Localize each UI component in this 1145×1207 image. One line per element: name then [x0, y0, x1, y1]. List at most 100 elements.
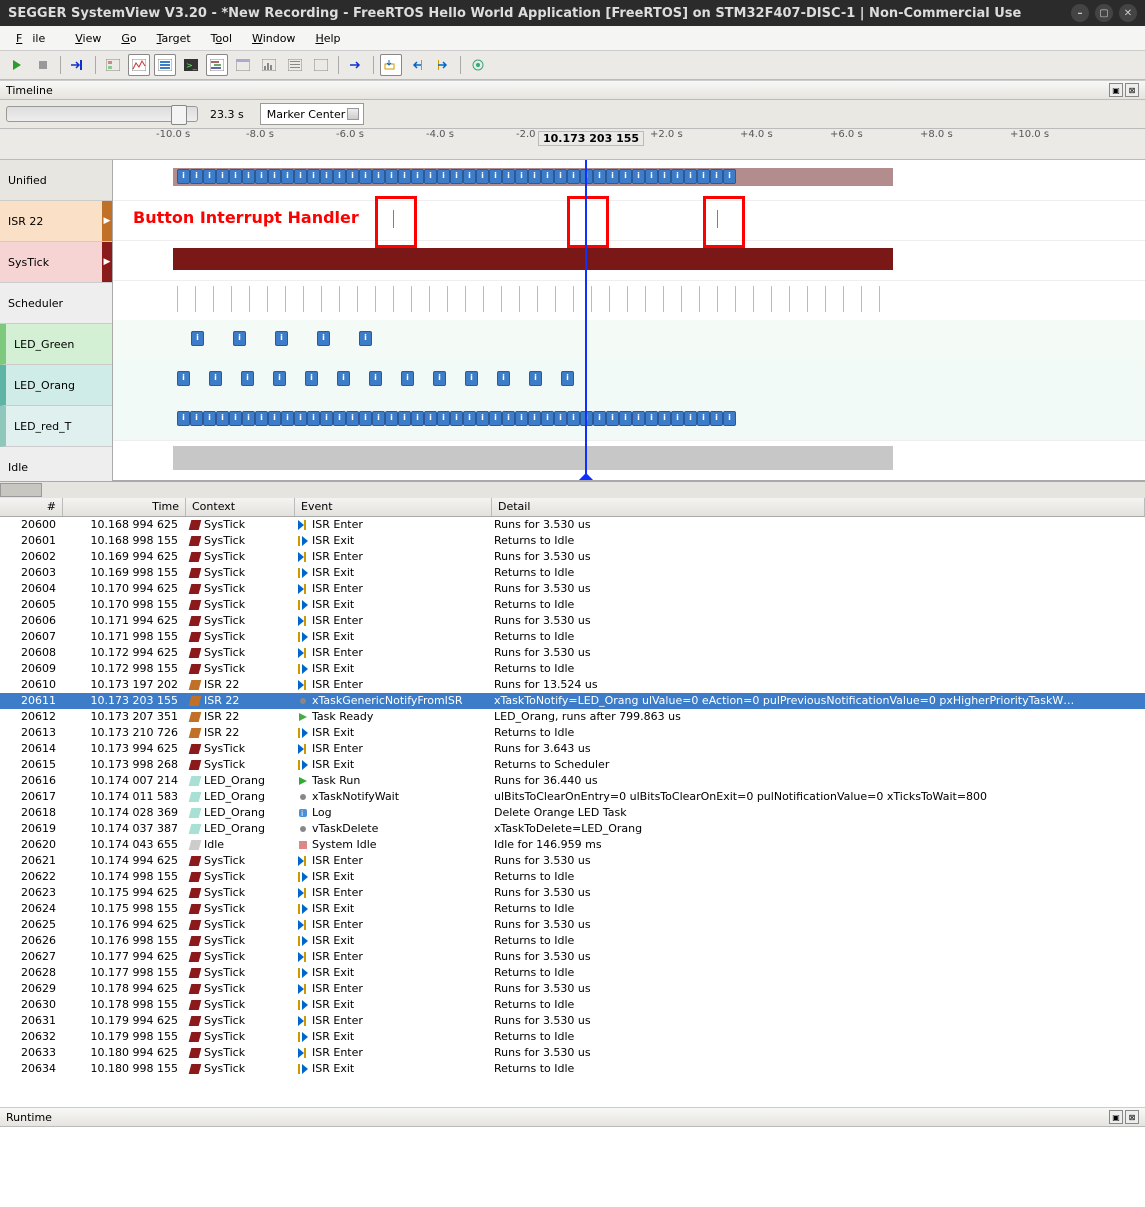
event-marker[interactable] — [372, 411, 385, 426]
minimize-button[interactable]: – — [1071, 4, 1089, 22]
view-systeminfo-button[interactable] — [284, 54, 306, 76]
view-contexts-button[interactable] — [102, 54, 124, 76]
table-row[interactable]: 2061710.174 011 583LED_OrangxTaskNotifyW… — [0, 789, 1145, 805]
event-marker[interactable] — [528, 169, 541, 184]
event-marker[interactable] — [320, 411, 333, 426]
event-marker[interactable] — [229, 411, 242, 426]
event-marker[interactable] — [671, 169, 684, 184]
event-marker[interactable] — [241, 371, 254, 386]
table-row[interactable]: 2062010.174 043 655IdleSystem IdleIdle f… — [0, 837, 1145, 853]
event-marker[interactable] — [723, 411, 736, 426]
timeline-ruler[interactable]: -10.0 s -8.0 s -6.0 s -4.0 s -2.0 s 10.1… — [0, 129, 1145, 160]
timeline-hscrollbar[interactable] — [0, 481, 1145, 498]
event-marker[interactable] — [463, 169, 476, 184]
table-row[interactable]: 2062910.178 994 625SysTickISR EnterRuns … — [0, 981, 1145, 997]
timeline-lanes[interactable]: Button Interrupt Handler — [113, 160, 1145, 480]
col-context[interactable]: Context — [186, 498, 295, 516]
table-row[interactable]: 2062110.174 994 625SysTickISR EnterRuns … — [0, 853, 1145, 869]
forward-button[interactable] — [345, 54, 367, 76]
table-row[interactable]: 2060910.172 998 155SysTickISR ExitReturn… — [0, 661, 1145, 677]
zoom-slider[interactable] — [6, 106, 198, 122]
event-marker[interactable] — [411, 411, 424, 426]
table-row[interactable]: 2061410.173 994 625SysTickISR EnterRuns … — [0, 741, 1145, 757]
event-marker[interactable] — [684, 169, 697, 184]
event-marker[interactable] — [203, 169, 216, 184]
event-marker[interactable] — [242, 411, 255, 426]
event-marker[interactable] — [281, 411, 294, 426]
event-marker[interactable] — [216, 411, 229, 426]
event-marker[interactable] — [372, 169, 385, 184]
event-marker[interactable] — [515, 169, 528, 184]
event-marker[interactable] — [190, 169, 203, 184]
table-row[interactable]: 2062310.175 994 625SysTickISR EnterRuns … — [0, 885, 1145, 901]
table-row[interactable]: 2063310.180 994 625SysTickISR EnterRuns … — [0, 1045, 1145, 1061]
event-marker[interactable] — [489, 411, 502, 426]
event-marker[interactable] — [476, 411, 489, 426]
stop-recording-button[interactable] — [32, 54, 54, 76]
table-row[interactable]: 2060210.169 994 625SysTickISR EnterRuns … — [0, 549, 1145, 565]
view-runtime-button[interactable] — [258, 54, 280, 76]
table-row[interactable]: 2063210.179 998 155SysTickISR ExitReturn… — [0, 1029, 1145, 1045]
event-marker[interactable] — [697, 169, 710, 184]
table-row[interactable]: 2060010.168 994 625SysTickISR EnterRuns … — [0, 517, 1145, 533]
table-row[interactable]: 2060610.171 994 625SysTickISR EnterRuns … — [0, 613, 1145, 629]
event-marker[interactable] — [268, 169, 281, 184]
table-row[interactable]: 2063410.180 998 155SysTickISR ExitReturn… — [0, 1061, 1145, 1077]
menu-window[interactable]: Window — [242, 29, 305, 48]
timeline-undock-button[interactable]: ▣ — [1109, 83, 1123, 97]
event-marker[interactable] — [233, 331, 246, 346]
table-row[interactable]: 2062710.177 994 625SysTickISR EnterRuns … — [0, 949, 1145, 965]
event-marker[interactable] — [385, 169, 398, 184]
event-marker[interactable] — [684, 411, 697, 426]
event-marker[interactable] — [333, 169, 346, 184]
table-row[interactable]: 2061910.174 037 387LED_OrangvTaskDeletex… — [0, 821, 1145, 837]
event-marker[interactable] — [305, 371, 318, 386]
event-marker[interactable] — [424, 169, 437, 184]
event-marker[interactable] — [723, 169, 736, 184]
event-marker[interactable] — [710, 411, 723, 426]
track-label-unified[interactable]: Unified — [0, 160, 112, 201]
menu-file[interactable]: File — [6, 29, 65, 48]
table-row[interactable]: 2062510.176 994 625SysTickISR EnterRuns … — [0, 917, 1145, 933]
event-marker[interactable] — [567, 411, 580, 426]
event-marker[interactable] — [541, 411, 554, 426]
event-marker[interactable] — [671, 411, 684, 426]
event-marker[interactable] — [337, 371, 350, 386]
table-row[interactable]: 2062410.175 998 155SysTickISR ExitReturn… — [0, 901, 1145, 917]
timeline-tracks[interactable]: Unified ISR 22▶ SysTick▶ Scheduler LED_G… — [0, 160, 1145, 481]
event-marker[interactable] — [632, 411, 645, 426]
event-marker[interactable] — [229, 169, 242, 184]
col-number[interactable]: # — [0, 498, 63, 516]
event-marker[interactable] — [203, 411, 216, 426]
event-marker[interactable] — [281, 169, 294, 184]
event-marker[interactable] — [593, 411, 606, 426]
track-label-systick[interactable]: SysTick▶ — [0, 242, 112, 283]
event-marker[interactable] — [191, 331, 204, 346]
track-label-led-green[interactable]: LED_Green — [0, 324, 112, 365]
event-marker[interactable] — [497, 371, 510, 386]
event-marker[interactable] — [433, 371, 446, 386]
event-marker[interactable] — [593, 169, 606, 184]
event-marker[interactable] — [294, 169, 307, 184]
track-label-isr22[interactable]: ISR 22▶ — [0, 201, 112, 242]
event-marker[interactable] — [273, 371, 286, 386]
event-marker[interactable] — [476, 169, 489, 184]
menu-view[interactable]: View — [65, 29, 111, 48]
table-row[interactable]: 2062210.174 998 155SysTickISR ExitReturn… — [0, 869, 1145, 885]
marker-mode-select[interactable]: Marker Center — [260, 103, 365, 125]
event-marker[interactable] — [424, 411, 437, 426]
track-label-scheduler[interactable]: Scheduler — [0, 283, 112, 324]
event-marker[interactable] — [346, 169, 359, 184]
event-marker[interactable] — [567, 169, 580, 184]
event-marker[interactable] — [619, 411, 632, 426]
event-marker[interactable] — [359, 411, 372, 426]
table-row[interactable]: 2060410.170 994 625SysTickISR EnterRuns … — [0, 581, 1145, 597]
maximize-button[interactable]: ▢ — [1095, 4, 1113, 22]
go-to-cursor-button[interactable] — [67, 54, 89, 76]
runtime-undock-button[interactable]: ▣ — [1109, 1110, 1123, 1124]
event-marker[interactable] — [658, 411, 671, 426]
table-row[interactable]: 2063110.179 994 625SysTickISR EnterRuns … — [0, 1013, 1145, 1029]
event-marker[interactable] — [450, 169, 463, 184]
event-marker[interactable] — [398, 411, 411, 426]
auto-scroll-button[interactable] — [380, 54, 402, 76]
